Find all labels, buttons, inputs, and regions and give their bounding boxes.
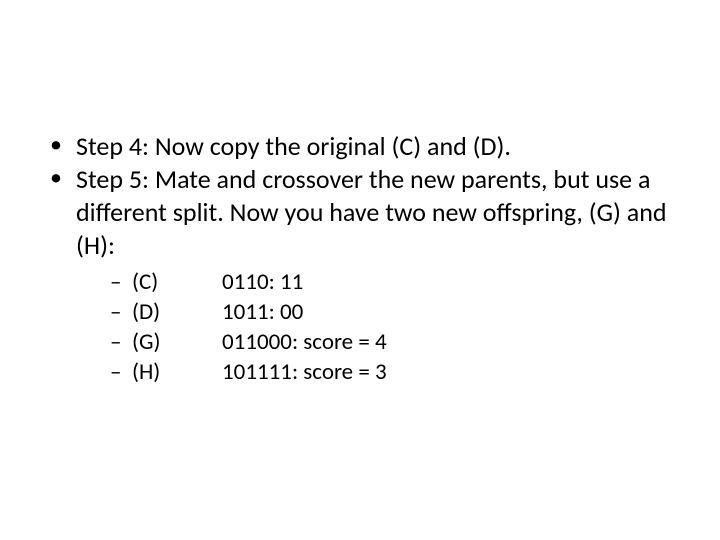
bullet-item: Step 5: Mate and crossover the new paren… <box>40 163 680 388</box>
sub-bullet-item: (C)0110: 11 <box>110 268 680 298</box>
sub-bullet-value: 011000: score = 4 <box>222 328 387 356</box>
sub-bullet-item: (D)1011: 00 <box>110 298 680 328</box>
sub-bullet-value: 101111: score = 3 <box>222 358 387 386</box>
bullet-text: Step 5: Mate and crossover the new paren… <box>76 163 667 261</box>
sub-bullet-value: 0110: 11 <box>222 268 303 296</box>
slide: Step 4: Now copy the original (C) and (D… <box>0 0 720 540</box>
sub-bullet-label: (H) <box>132 358 222 388</box>
sub-bullet-label: (D) <box>132 298 222 328</box>
sub-bullet-item: (H)101111: score = 3 <box>110 358 680 388</box>
bullet-text: Step 4: Now copy the original (C) and (D… <box>76 130 511 162</box>
bullet-list: Step 4: Now copy the original (C) and (D… <box>40 130 680 388</box>
sub-bullet-item: (G)011000: score = 4 <box>110 328 680 358</box>
sub-bullet-label: (G) <box>132 328 222 358</box>
sub-bullet-list: (C)0110: 11 (D)1011: 00 (G)011000: score… <box>76 268 680 388</box>
bullet-item: Step 4: Now copy the original (C) and (D… <box>40 130 680 163</box>
sub-bullet-value: 1011: 00 <box>222 298 303 326</box>
sub-bullet-label: (C) <box>132 268 222 298</box>
